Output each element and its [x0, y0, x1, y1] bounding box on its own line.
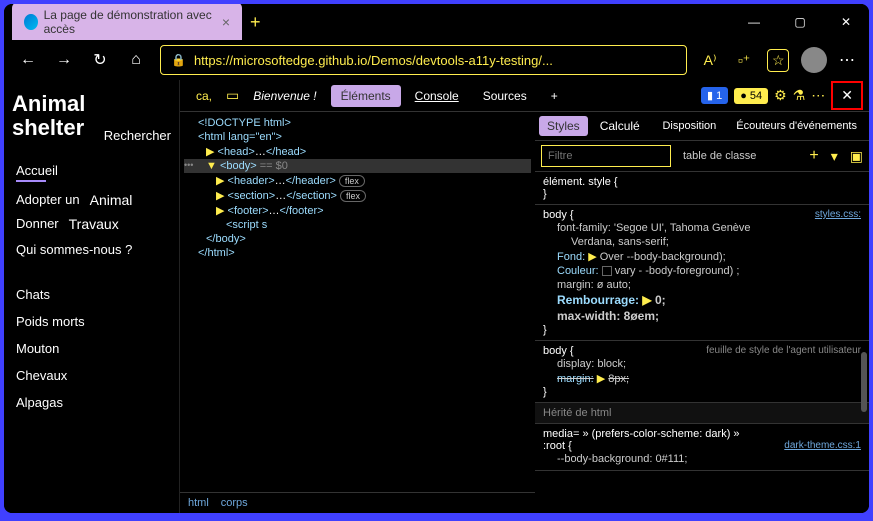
inspect-icon[interactable]: ca, — [186, 85, 222, 107]
styles-panel: Styles Calculé Disposition Écouteurs d'é… — [535, 112, 869, 513]
tab-computed[interactable]: Calculé — [592, 116, 648, 136]
minimize-button[interactable]: — — [731, 4, 777, 40]
dom-line[interactable]: ▶ <section>…</section> flex — [184, 188, 531, 203]
profile-avatar[interactable] — [801, 47, 827, 73]
source-link[interactable]: styles.css: — [815, 209, 861, 221]
warnings-badge[interactable]: ● 54 — [734, 88, 768, 104]
browser-window: La page de démonstration avec accès × + … — [4, 4, 869, 513]
issues-badge[interactable]: ▮ 1 — [701, 87, 728, 104]
class-table[interactable]: table de classe — [683, 150, 756, 162]
page-nav: Accueil Adopter unAnimal DonnerTravaux Q… — [12, 157, 171, 263]
tab-close-icon[interactable]: × — [222, 14, 230, 30]
devtools-panel: ca, ▭ Bienvenue ! Éléments Console Sourc… — [179, 80, 869, 513]
dom-line[interactable]: ▶ <footer>…</footer> — [184, 203, 531, 218]
list-item[interactable]: Mouton — [12, 335, 171, 362]
css-rule[interactable]: body {feuille de style de l'agent utilis… — [535, 341, 869, 403]
list-item[interactable]: Poids morts — [12, 308, 171, 335]
animal-list: Chats Poids morts Mouton Chevaux Alpagas — [12, 281, 171, 416]
back-button[interactable]: ← — [16, 51, 40, 69]
tab-layout[interactable]: Disposition — [654, 117, 724, 135]
read-aloud-icon[interactable]: A⁾ — [699, 52, 721, 69]
pin-icon[interactable]: ▾ — [831, 148, 838, 165]
window-controls: — ▢ ✕ — [731, 4, 869, 40]
content-area: Animalshelter Rechercher Accueil Adopter… — [4, 80, 869, 513]
new-rule-button[interactable]: + — [809, 147, 818, 165]
experiments-icon[interactable]: ⚗ — [793, 87, 806, 104]
box-icon[interactable]: ▣ — [850, 148, 863, 165]
device-icon[interactable]: ▭ — [226, 87, 239, 104]
settings-icon[interactable]: ⚙ — [774, 87, 787, 104]
list-item[interactable]: Chats — [12, 281, 171, 308]
favorite-icon[interactable]: ☆ — [767, 49, 789, 72]
list-item[interactable]: Chevaux — [12, 362, 171, 389]
translate-icon[interactable]: ▫⁺ — [733, 52, 755, 69]
url-text: https://microsoftedge.github.io/Demos/de… — [194, 53, 553, 68]
scrollbar-thumb[interactable] — [861, 352, 867, 412]
tab-styles[interactable]: Styles — [539, 116, 588, 136]
breadcrumb[interactable]: htmlcorps — [180, 492, 535, 513]
address-bar: ← → ↻ ⌂ 🔒 https://microsoftedge.github.i… — [4, 40, 869, 80]
nav-donate[interactable]: DonnerTravaux — [12, 212, 171, 236]
css-rule[interactable]: élément. style { } — [535, 172, 869, 205]
filter-input[interactable] — [541, 145, 671, 167]
dom-line[interactable]: ▶ <header>…</header> flex — [184, 173, 531, 188]
tab-sources[interactable]: Sources — [473, 85, 537, 107]
titlebar: La page de démonstration avec accès × + … — [4, 4, 869, 40]
home-button[interactable]: ⌂ — [124, 51, 148, 69]
dom-line[interactable]: <!DOCTYPE html> — [184, 116, 531, 130]
dom-line[interactable]: </body> — [184, 232, 531, 246]
css-rule[interactable]: body {styles.css: font-family: 'Segoe UI… — [535, 205, 869, 341]
devtools-close-button[interactable]: ✕ — [831, 81, 863, 110]
inherited-label: Hérité de html — [535, 403, 869, 424]
dom-line[interactable]: ▶ <head>…</head> — [184, 144, 531, 159]
url-box[interactable]: 🔒 https://microsoftedge.github.io/Demos/… — [160, 45, 687, 75]
tab-console[interactable]: Console — [405, 85, 469, 107]
nav-home[interactable]: Accueil — [12, 157, 171, 188]
tab-listeners[interactable]: Écouteurs d'événements — [728, 117, 865, 135]
new-tab-button[interactable]: + — [250, 12, 261, 33]
webpage-panel: Animalshelter Rechercher Accueil Adopter… — [4, 80, 179, 513]
tab-title: La page de démonstration avec accès — [44, 8, 216, 36]
nav-adopt[interactable]: Adopter unAnimal — [12, 188, 171, 212]
tab-elements[interactable]: Éléments — [331, 85, 401, 107]
refresh-button[interactable]: ↻ — [88, 50, 112, 70]
tab-welcome[interactable]: Bienvenue ! — [243, 85, 326, 107]
tab-more[interactable]: + — [541, 85, 568, 107]
styles-rules[interactable]: élément. style { } body {styles.css: fon… — [535, 172, 869, 513]
maximize-button[interactable]: ▢ — [777, 4, 823, 40]
devtools-tabs: ca, ▭ Bienvenue ! Éléments Console Sourc… — [180, 80, 869, 112]
menu-button[interactable]: ⋯ — [839, 50, 857, 70]
dom-line-selected[interactable]: ▼ <body> == $0 — [184, 159, 531, 173]
css-rule[interactable]: media= » (prefers-color-scheme: dark) » … — [535, 424, 869, 471]
list-item[interactable]: Alpagas — [12, 389, 171, 416]
devtools-body: <!DOCTYPE html> <html lang="en"> ▶ <head… — [180, 112, 869, 513]
forward-button[interactable]: → — [52, 51, 76, 69]
dom-line[interactable]: <script s — [184, 218, 531, 232]
dom-line[interactable]: </html> — [184, 246, 531, 260]
nav-about[interactable]: Qui sommes-nous ? — [12, 236, 171, 263]
elements-tree[interactable]: <!DOCTYPE html> <html lang="en"> ▶ <head… — [180, 112, 535, 492]
dom-line[interactable]: <html lang="en"> — [184, 130, 531, 144]
source-link[interactable]: dark-theme.css:1 — [784, 440, 861, 452]
edge-icon — [24, 14, 38, 30]
close-button[interactable]: ✕ — [823, 4, 869, 40]
styles-filter-bar: table de classe + ▾ ▣ — [535, 141, 869, 172]
browser-tab[interactable]: La page de démonstration avec accès × — [12, 4, 242, 42]
lock-icon: 🔒 — [171, 53, 186, 67]
more-icon[interactable]: ⋯ — [811, 87, 825, 104]
styles-tabs: Styles Calculé Disposition Écouteurs d'é… — [535, 112, 869, 141]
